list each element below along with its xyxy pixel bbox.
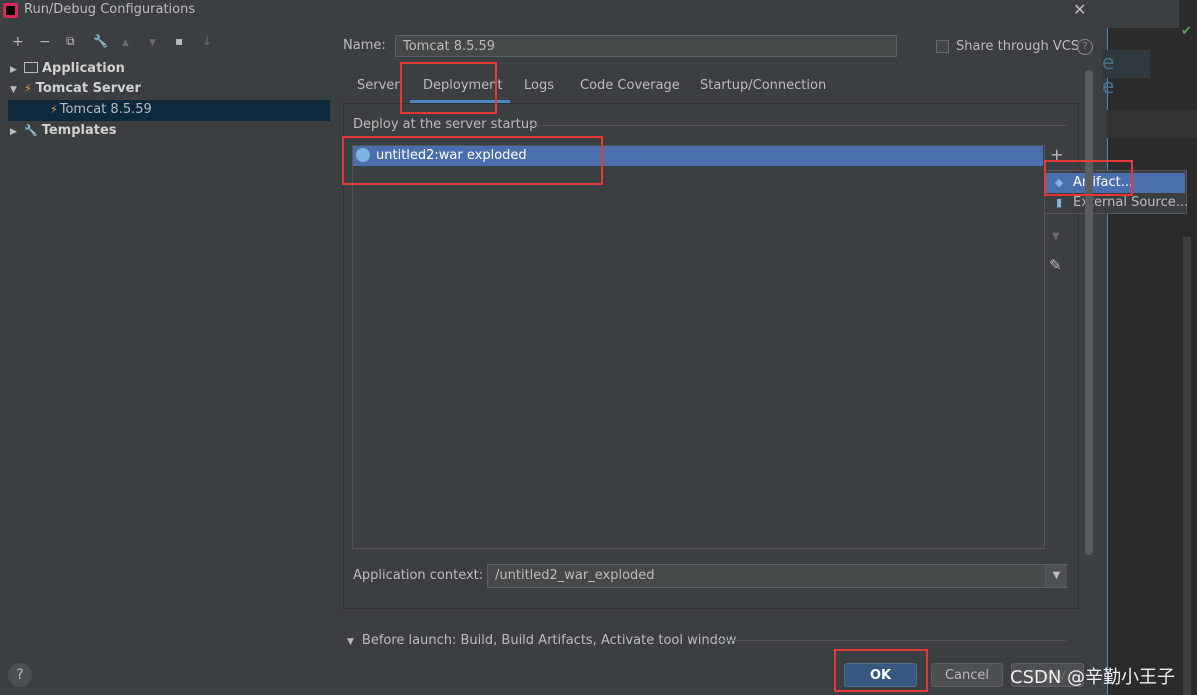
checkmark-icon: ✔ xyxy=(1181,24,1192,39)
share-vcs-label: Share through VCS xyxy=(956,39,1080,54)
copy-config-icon[interactable]: ⧉ xyxy=(66,34,75,49)
tab-server[interactable]: Server xyxy=(357,72,400,100)
menu-item-artifact-label: Artifact... xyxy=(1073,175,1134,190)
tab-code-coverage[interactable]: Code Coverage xyxy=(580,72,680,100)
name-input[interactable]: Tomcat 8.5.59 xyxy=(395,35,897,57)
remove-config-icon[interactable]: − xyxy=(39,34,51,50)
move-down-icon[interactable]: ▼ xyxy=(1052,231,1060,242)
tree-label-templates: Templates xyxy=(41,123,117,138)
wrench-icon[interactable]: 🔧 xyxy=(93,34,108,48)
expand-arrow-icon[interactable]: ▼ xyxy=(347,637,354,647)
section-divider xyxy=(716,640,1066,641)
deploy-list[interactable] xyxy=(352,145,1045,549)
help-icon[interactable]: ? xyxy=(8,663,32,687)
chevron-down-icon[interactable]: ▼ xyxy=(1045,565,1067,587)
section-divider xyxy=(530,125,1066,126)
background-ide-text: e e xyxy=(1102,50,1150,98)
move-down-icon[interactable]: ▼ xyxy=(149,38,156,48)
ok-button[interactable]: OK xyxy=(844,663,917,687)
tree-item-templates[interactable]: ▶ 🔧 Templates xyxy=(10,120,117,141)
tree-item-tomcat-server[interactable]: ▼ ⚡ Tomcat Server xyxy=(10,78,141,99)
edit-pencil-icon[interactable]: ✎ xyxy=(1049,256,1062,274)
tab-deployment[interactable]: Deployment xyxy=(423,72,503,100)
tree-label-tomcat-instance: Tomcat 8.5.59 xyxy=(59,102,152,117)
tab-logs[interactable]: Logs xyxy=(524,72,554,100)
share-vcs-checkbox[interactable] xyxy=(936,40,949,53)
menu-item-external-source[interactable]: ▮ External Source... xyxy=(1046,193,1188,213)
window-title: Run/Debug Configurations xyxy=(24,2,196,17)
help-icon[interactable]: ? xyxy=(1077,39,1093,55)
artifact-icon xyxy=(356,148,370,162)
intellij-app-icon xyxy=(3,3,18,18)
tomcat-icon: ⚡ xyxy=(50,103,58,116)
vertical-scrollbar[interactable] xyxy=(1085,70,1093,555)
background-ide-band xyxy=(1107,110,1197,138)
collapse-arrow-icon[interactable]: ▼ xyxy=(10,80,18,101)
move-up-icon[interactable]: ▲ xyxy=(122,38,129,48)
tree-label-application: Application xyxy=(42,61,125,76)
cancel-button[interactable]: Cancel xyxy=(931,663,1003,687)
tab-startup-connection[interactable]: Startup/Connection xyxy=(700,72,826,100)
application-icon xyxy=(24,62,38,73)
list-item-label: untitled2:war exploded xyxy=(376,148,527,163)
name-label: Name: xyxy=(343,38,386,53)
watermark: CSDN @辛勤小王子 xyxy=(1010,667,1176,688)
library-icon: ▮ xyxy=(1055,196,1063,209)
tree-label-tomcat-server: Tomcat Server xyxy=(35,81,141,96)
close-icon[interactable]: ✕ xyxy=(1073,0,1086,19)
before-launch-label: Before launch: Build, Build Artifacts, A… xyxy=(361,633,737,648)
folder-icon[interactable]: ▪ xyxy=(175,34,183,48)
add-config-icon[interactable]: + xyxy=(12,34,24,50)
before-launch-section[interactable]: ▼ Before launch: Build, Build Artifacts, … xyxy=(347,633,736,648)
section-title: Deploy at the server startup xyxy=(353,117,538,132)
tomcat-icon: ⚡ xyxy=(24,82,32,95)
expand-arrow-icon[interactable]: ▶ xyxy=(10,122,18,143)
add-deploy-icon[interactable]: + xyxy=(1050,145,1063,164)
app-context-label: Application context: xyxy=(353,568,484,583)
menu-item-artifact[interactable]: ◆ Artifact... xyxy=(1046,173,1185,193)
background-ide-toolbar xyxy=(1107,0,1179,28)
artifact-icon: ◆ xyxy=(1054,176,1064,189)
tree-item-application[interactable]: ▶ Application xyxy=(10,58,125,79)
background-ide-scrollbar xyxy=(1183,237,1191,695)
tree-item-tomcat-instance[interactable]: ⚡ Tomcat 8.5.59 xyxy=(50,99,152,120)
sort-icon[interactable]: ↓ xyxy=(202,34,212,48)
wrench-icon: 🔧 xyxy=(24,124,38,137)
app-context-input[interactable]: /untitled2_war_exploded xyxy=(487,564,1067,588)
add-popup-menu: ◆ Artifact... ▮ External Source... xyxy=(1044,170,1188,214)
